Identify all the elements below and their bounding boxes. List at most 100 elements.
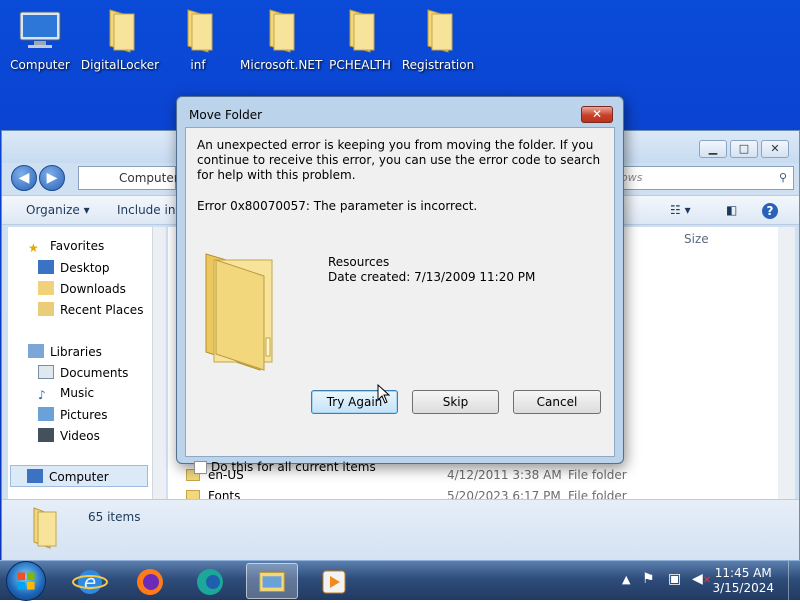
maximize-button[interactable]: □ [730, 140, 758, 158]
nav-label: Libraries [50, 345, 102, 359]
folder-icon [33, 507, 57, 549]
mouse-cursor-icon [377, 384, 391, 404]
action-center-flag-icon[interactable]: ⚑ [642, 571, 655, 587]
nav-item-downloads[interactable]: Downloads [38, 281, 126, 296]
nav-label: Computer [49, 470, 109, 484]
skip-button[interactable]: Skip [412, 390, 499, 414]
view-options-icon[interactable]: ☷ ▾ [670, 203, 691, 217]
details-pane: 65 items [2, 499, 799, 560]
cancel-button[interactable]: Cancel [513, 390, 601, 414]
back-button[interactable]: ◀ [11, 165, 37, 191]
row-date: 4/12/2011 3:38 AM [447, 468, 562, 482]
system-clock[interactable]: 11:45 AM 3/15/2024 [712, 566, 774, 596]
error-message: An unexpected error is keeping you from … [197, 138, 601, 182]
windows-explorer-icon [259, 572, 285, 592]
desktop-icon-label: DigitalLocker [80, 58, 160, 72]
show-hidden-icons-icon[interactable]: ▲ [622, 573, 630, 586]
forward-button[interactable]: ▶ [39, 165, 65, 191]
item-date-created: Date created: 7/13/2009 11:20 PM [328, 270, 536, 284]
folder-icon [109, 9, 135, 53]
organize-button[interactable]: Organize ▾ [26, 203, 90, 217]
folder-icon [427, 9, 453, 53]
search-input[interactable]: ows ⚲ [606, 166, 794, 190]
show-desktop-button[interactable] [788, 561, 800, 601]
item-name: Resources [328, 255, 390, 269]
edge-icon [197, 569, 223, 595]
taskbar-firefox[interactable] [124, 563, 176, 599]
volume-muted-icon[interactable]: ◀✕ [692, 571, 711, 587]
search-placeholder: ows [621, 171, 643, 184]
dialog-title: Move Folder [189, 108, 263, 122]
network-icon[interactable]: ▣ [668, 571, 681, 587]
desktop-icon-pchealth[interactable]: PCHEALTH [320, 6, 400, 72]
recent-places-icon [38, 302, 54, 316]
nav-label: Desktop [60, 261, 110, 275]
nav-item-videos[interactable]: Videos [38, 428, 100, 443]
nav-item-pictures[interactable]: Pictures [38, 407, 108, 422]
file-list-scrollbar[interactable] [778, 227, 795, 499]
nav-item-computer[interactable]: Computer [10, 465, 148, 487]
navigation-scrollbar[interactable] [152, 227, 166, 499]
nav-item-recent-places[interactable]: Recent Places [38, 302, 143, 317]
nav-label: Downloads [60, 282, 126, 296]
desktop-icon-registration[interactable]: Registration [398, 6, 478, 72]
nav-item-music[interactable]: ♪ Music [38, 386, 94, 402]
folder-icon [269, 9, 295, 53]
desktop-icon-microsoft-net[interactable]: Microsoft.NET [240, 6, 322, 72]
folder-icon [187, 9, 213, 53]
clock-time: 11:45 AM [714, 566, 772, 580]
nav-label: Music [60, 386, 95, 400]
desktop-icon-inf[interactable]: inf [158, 6, 238, 72]
minimize-button[interactable]: ▁ [699, 140, 727, 158]
error-code: Error 0x80070057: The parameter is incor… [197, 199, 478, 213]
do-this-for-all-checkbox[interactable] [194, 461, 207, 474]
folder-icon [205, 253, 273, 371]
close-button[interactable]: ✕ [761, 140, 789, 158]
desktop-icon-label: inf [190, 58, 206, 72]
desktop-icon-computer[interactable]: Computer [0, 6, 80, 72]
include-in-library-button[interactable]: Include in l [117, 203, 183, 217]
desktop-icon-digitallocker[interactable]: DigitalLocker [80, 6, 160, 72]
address-bar-text: Computer [119, 171, 179, 185]
documents-icon [38, 365, 54, 379]
downloads-icon [38, 281, 54, 295]
internet-explorer-icon: e [72, 570, 108, 594]
help-icon[interactable]: ? [762, 203, 778, 219]
libraries-icon [28, 344, 44, 358]
clock-date: 3/15/2024 [712, 581, 774, 595]
taskbar-edge[interactable] [184, 563, 236, 599]
column-header-size[interactable]: Size [684, 232, 709, 246]
pictures-icon [38, 407, 54, 421]
move-folder-dialog: Move Folder ✕ An unexpected error is kee… [176, 96, 624, 474]
computer-icon [27, 469, 43, 483]
nav-label: Documents [60, 366, 129, 380]
windows-logo-icon [17, 572, 35, 590]
start-button[interactable] [6, 561, 46, 601]
videos-icon [38, 428, 54, 442]
preview-pane-icon[interactable]: ◧ [726, 203, 737, 217]
star-icon: ★ [28, 241, 39, 255]
media-player-icon [322, 570, 346, 594]
desktop-icon [38, 260, 54, 274]
nav-label: Favorites [50, 239, 105, 253]
address-bar[interactable]: Computer [78, 166, 179, 190]
dialog-close-button[interactable]: ✕ [581, 106, 613, 123]
row-type: File folder [568, 468, 627, 482]
desktop-icon-label: Registration [401, 58, 475, 72]
nav-item-desktop[interactable]: Desktop [38, 260, 110, 275]
desktop-icon-label: PCHEALTH [329, 58, 391, 72]
taskbar-internet-explorer[interactable]: e [64, 563, 116, 599]
nav-item-documents[interactable]: Documents [38, 365, 128, 380]
nav-label: Videos [60, 429, 100, 443]
taskbar-media-player[interactable] [308, 563, 360, 599]
taskbar-windows-explorer[interactable] [246, 563, 298, 599]
nav-label: Recent Places [60, 303, 144, 317]
folder-icon [349, 9, 375, 53]
music-icon: ♪ [38, 388, 46, 402]
nav-item-libraries[interactable]: Libraries [28, 344, 102, 359]
desktop: Computer DigitalLocker inf Microsoft.NET… [0, 0, 800, 560]
svg-text:e: e [84, 570, 96, 594]
computer-icon [19, 11, 61, 48]
nav-label: Pictures [60, 408, 108, 422]
nav-item-favorites[interactable]: ★ Favorites [28, 239, 104, 255]
